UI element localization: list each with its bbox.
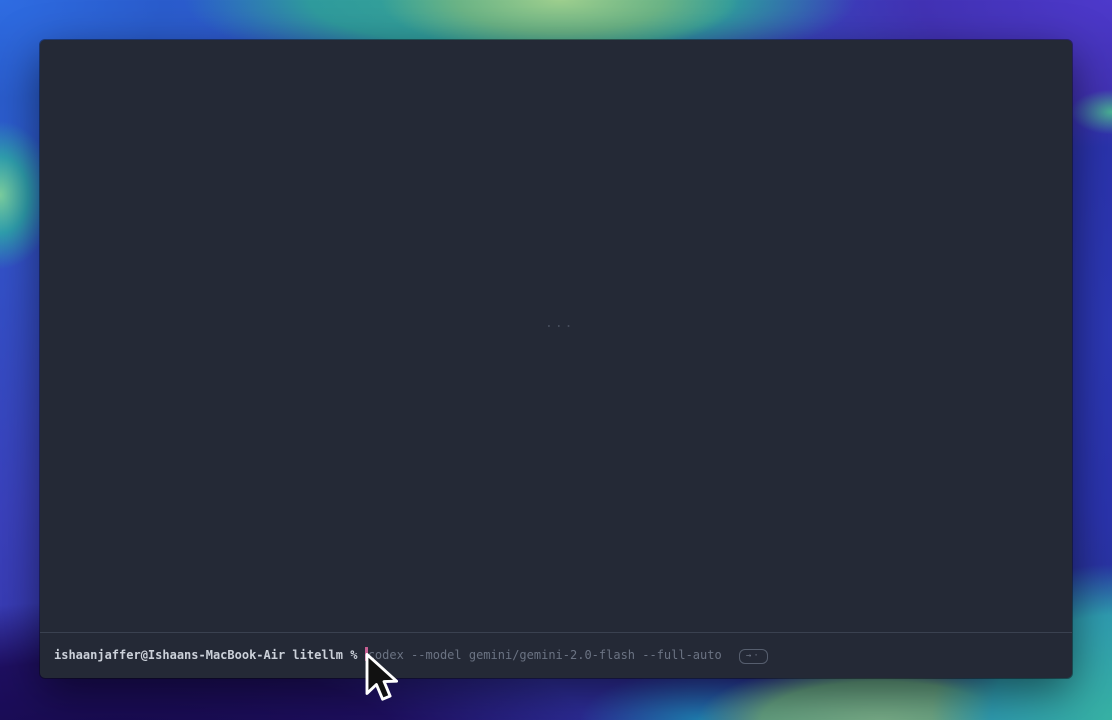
shell-prompt-line[interactable]: ishaanjaffer@Ishaans-MacBook-Air litellm…: [54, 633, 1058, 678]
command-autosuggestion: codex --model gemini/gemini-2.0-flash --…: [368, 648, 722, 662]
loading-indicator: ...: [545, 316, 574, 331]
prompt-directory: litellm: [292, 648, 343, 662]
arrow-dot-icon: →·: [746, 651, 761, 661]
terminal-scrollback[interactable]: ...: [40, 40, 1072, 632]
desktop-wallpaper: ... ishaanjaffer@Ishaans-MacBook-Air lit…: [0, 0, 1112, 720]
terminal-window[interactable]: ... ishaanjaffer@Ishaans-MacBook-Air lit…: [40, 40, 1072, 678]
prompt-bar[interactable]: ishaanjaffer@Ishaans-MacBook-Air litellm…: [40, 632, 1072, 678]
prompt-user-host: ishaanjaffer@Ishaans-MacBook-Air: [54, 648, 285, 662]
suggestion-key-hint-badge: →·: [739, 649, 768, 664]
prompt-symbol: %: [350, 648, 357, 662]
